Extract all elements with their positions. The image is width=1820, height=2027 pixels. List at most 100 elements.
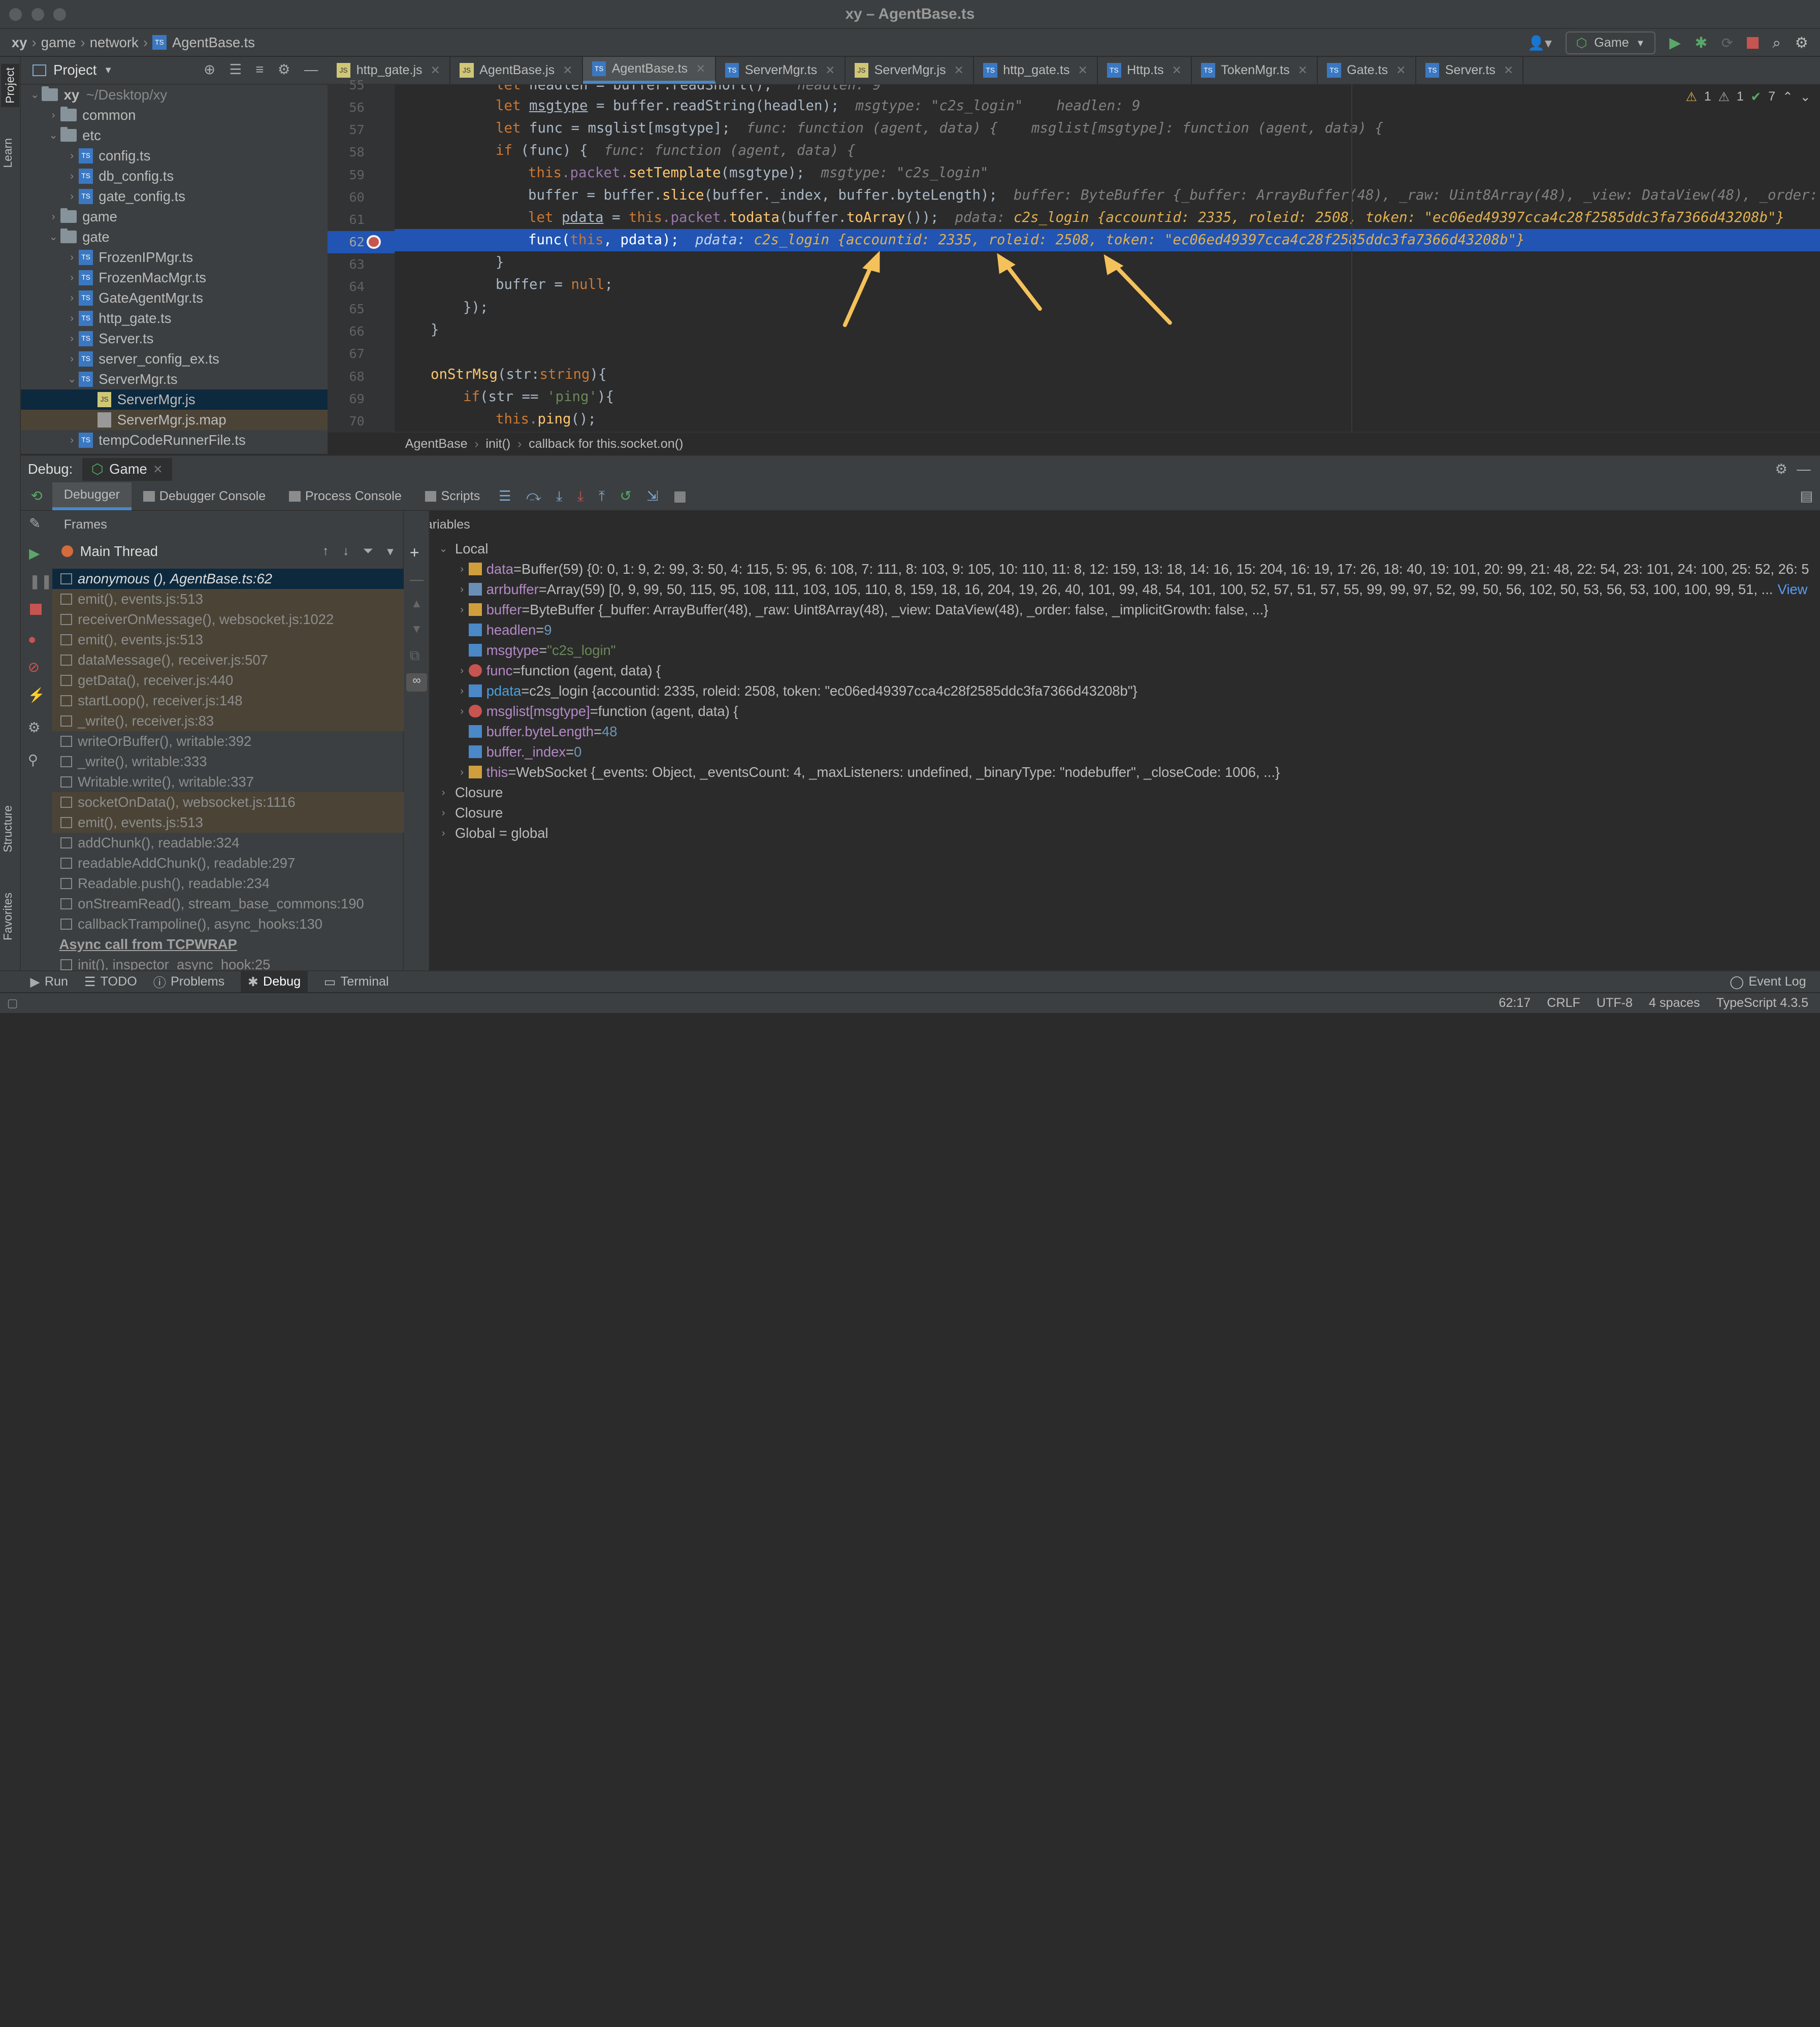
- stack-frame[interactable]: addChunk(), readable:324: [52, 833, 404, 853]
- restart-frame-icon[interactable]: ↺: [620, 488, 632, 504]
- tree-item-game[interactable]: › game: [21, 207, 327, 227]
- tree-item-etc[interactable]: ⌄ etc: [21, 125, 327, 146]
- tree-item-gate[interactable]: ⌄ gate: [21, 227, 327, 247]
- hide-icon[interactable]: —: [1797, 461, 1810, 477]
- stack-frame[interactable]: callbackTrampoline(), async_hooks:130: [52, 914, 404, 934]
- favorites-tool-tab[interactable]: Favorites: [1, 893, 15, 940]
- scope-local[interactable]: ⌄ Local: [436, 539, 1820, 559]
- tree-item-config-ts[interactable]: › TS config.ts: [21, 146, 327, 166]
- stack-frame[interactable]: getData(), receiver.js:440: [52, 670, 404, 691]
- mute-breakpoints-icon[interactable]: ⊘: [28, 659, 40, 675]
- var-data[interactable]: › data = Buffer(59) {0: 0, 1: 9, 2: 99, 3…: [455, 559, 1820, 579]
- stop-icon[interactable]: [30, 603, 42, 615]
- close-tab-icon[interactable]: ✕: [1396, 63, 1406, 77]
- tab-servermgr-js[interactable]: JS ServerMgr.js ✕: [846, 57, 974, 84]
- evaluate-expression-icon[interactable]: ▦: [673, 488, 687, 504]
- stack-frame[interactable]: socketOnData(), websocket.js:1116: [52, 792, 404, 812]
- stack-frame[interactable]: readableAddChunk(), readable:297: [52, 853, 404, 873]
- breadcrumb-callback[interactable]: callback for this.socket.on(): [529, 437, 683, 451]
- pause-icon[interactable]: ❚❚: [29, 573, 52, 590]
- scope-closure[interactable]: › Closure: [436, 782, 1820, 803]
- problems-tool-button[interactable]: ⓘ Problems: [153, 973, 224, 991]
- tab-debugger-console[interactable]: Debugger Console: [132, 489, 277, 504]
- chevron-right-icon[interactable]: ›: [65, 170, 79, 182]
- nav-crumb-game[interactable]: game: [41, 35, 76, 51]
- resume-icon[interactable]: ▶: [29, 545, 40, 562]
- chevron-right-icon[interactable]: ›: [65, 190, 79, 203]
- tab-http-gate-ts[interactable]: TS http_gate.ts ✕: [974, 57, 1098, 84]
- stack-frame[interactable]: _write(), writable:333: [52, 751, 404, 772]
- chevron-right-icon[interactable]: ›: [65, 272, 79, 284]
- tree-item-http-gate-ts[interactable]: › TS http_gate.ts: [21, 308, 327, 329]
- debug-session-tab[interactable]: ⬡ Game ✕: [82, 457, 172, 481]
- tab-agentbase-ts[interactable]: TS AgentBase.ts ✕: [582, 57, 716, 84]
- line-number[interactable]: 57: [349, 122, 364, 137]
- event-log-button[interactable]: ◯ Event Log: [1730, 974, 1806, 990]
- add-watch-icon[interactable]: +: [410, 543, 419, 562]
- scope-closure[interactable]: › Closure: [436, 803, 1820, 823]
- close-tab-icon[interactable]: ✕: [431, 63, 440, 77]
- chevron-right-icon[interactable]: ›: [65, 353, 79, 365]
- var-headlen[interactable]: headlen = 9: [469, 620, 1820, 640]
- tree-item-servermgr-js-map[interactable]: ServerMgr.js.map: [21, 409, 328, 430]
- stop-icon[interactable]: [1747, 37, 1759, 49]
- coverage-icon[interactable]: ⟳: [1721, 35, 1733, 51]
- step-into-icon[interactable]: ⤓: [556, 488, 562, 505]
- line-number[interactable]: 69: [349, 391, 364, 406]
- line-number[interactable]: 61: [349, 212, 364, 227]
- move-down-icon[interactable]: ▼: [411, 622, 422, 636]
- show-watches-icon[interactable]: ∞: [406, 673, 428, 692]
- var-index[interactable]: buffer._index = 0: [469, 742, 1820, 762]
- stack-frame[interactable]: onStreamRead(), stream_base_commons:190: [52, 894, 404, 914]
- show-execution-point-icon[interactable]: ☰: [499, 488, 511, 504]
- chevron-down-icon[interactable]: ⌄: [46, 129, 60, 142]
- debug-tool-button[interactable]: ✱ Debug: [241, 971, 308, 993]
- tree-item-tempcoderunnerfile-ts[interactable]: › TS tempCodeRunnerFile.ts: [21, 430, 327, 450]
- locate-icon[interactable]: ⊕: [204, 61, 215, 78]
- close-tab-icon[interactable]: ✕: [696, 62, 705, 76]
- move-up-icon[interactable]: ▲: [411, 597, 422, 610]
- stack-frame[interactable]: emit(), events.js:513: [52, 812, 404, 833]
- stack-frame[interactable]: _write(), receiver.js:83: [52, 710, 404, 731]
- close-tab-icon[interactable]: ✕: [1078, 63, 1088, 77]
- stack-frame[interactable]: emit(), events.js:513: [52, 589, 404, 609]
- tree-item-server-config-ex-ts[interactable]: › TS server_config_ex.ts: [21, 349, 327, 369]
- lightning-icon[interactable]: ⚡: [28, 687, 45, 703]
- collapse-all-icon[interactable]: ≡: [255, 61, 264, 78]
- stack-frame[interactable]: startLoop(), receiver.js:148: [52, 690, 404, 711]
- line-number[interactable]: 62: [349, 235, 364, 249]
- layout-icon[interactable]: ▤: [1800, 488, 1813, 504]
- nav-crumb-network[interactable]: network: [90, 35, 139, 51]
- gear-icon[interactable]: ⚙: [28, 720, 41, 736]
- code-editor[interactable]: let headlen = buffer.readShort(); headle…: [395, 84, 1820, 432]
- terminal-tool-button[interactable]: ▭ Terminal: [324, 974, 389, 990]
- var-msglist[interactable]: › msglist[msgtype] = function (agent, dat…: [455, 701, 1820, 722]
- line-number[interactable]: 56: [349, 100, 364, 115]
- wrench-icon[interactable]: ✎: [29, 515, 41, 532]
- learn-tool-tab[interactable]: Learn: [1, 138, 15, 168]
- var-func[interactable]: › func = function (agent, data) {: [455, 661, 1820, 681]
- chevron-right-icon[interactable]: ›: [65, 251, 79, 264]
- gear-icon[interactable]: ⚙: [278, 61, 290, 78]
- line-number[interactable]: 70: [349, 414, 364, 429]
- stack-frame[interactable]: Writable.write(), writable:337: [52, 772, 404, 792]
- hide-icon[interactable]: —: [304, 61, 318, 78]
- tree-item-common[interactable]: › common: [21, 105, 327, 125]
- stack-frame[interactable]: writeOrBuffer(), writable:392: [52, 731, 404, 751]
- scope-global[interactable]: › Global = global: [436, 823, 1820, 843]
- var-arrbuffer[interactable]: › arrbuffer = Array(59) [0, 9, 99, 50, 11…: [455, 579, 1820, 600]
- rerun-icon[interactable]: ⟲: [21, 488, 52, 504]
- tab-gate-ts[interactable]: TS Gate.ts ✕: [1318, 57, 1416, 84]
- line-number[interactable]: 67: [349, 346, 364, 361]
- view-breakpoints-icon[interactable]: ●: [28, 631, 37, 647]
- close-tab-icon[interactable]: ✕: [825, 63, 835, 77]
- tree-item-servermgr-js[interactable]: JS ServerMgr.js: [21, 389, 328, 410]
- var-this[interactable]: › this = WebSocket {_events: Object, _eve…: [455, 762, 1820, 782]
- tree-item-db-config-ts[interactable]: › TS db_config.ts: [21, 166, 327, 186]
- expand-all-icon[interactable]: ☰: [229, 61, 242, 78]
- breadcrumb-class[interactable]: AgentBase: [405, 437, 468, 451]
- tab-debugger[interactable]: Debugger: [52, 482, 132, 510]
- tab-server-ts[interactable]: TS Server.ts ✕: [1416, 57, 1524, 84]
- nav-crumb-file[interactable]: AgentBase.ts: [172, 35, 255, 51]
- run-config-select[interactable]: ⬡ Game ▼: [1566, 31, 1655, 55]
